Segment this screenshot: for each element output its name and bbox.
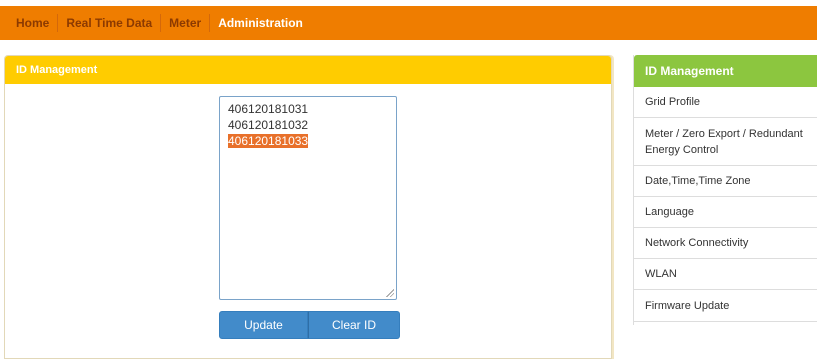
- sidebar-item-date-time[interactable]: Date,Time,Time Zone: [634, 166, 817, 197]
- id-textarea[interactable]: 406120181031 406120181032 406120181033: [219, 96, 397, 300]
- main-nav: Home Real Time Data Meter Administration: [8, 6, 311, 40]
- nav-administration[interactable]: Administration: [210, 14, 311, 32]
- sidebar-item-network[interactable]: Network Connectivity: [634, 228, 817, 259]
- sidebar-item-grid-profile[interactable]: Grid Profile: [634, 87, 817, 118]
- resize-grip-icon[interactable]: [386, 289, 394, 297]
- top-nav-bar: Home Real Time Data Meter Administration: [0, 6, 817, 40]
- clear-id-button[interactable]: Clear ID: [308, 311, 400, 339]
- sidebar-item-language[interactable]: Language: [634, 197, 817, 228]
- nav-meter[interactable]: Meter: [161, 14, 211, 32]
- nav-home[interactable]: Home: [8, 14, 59, 32]
- id-management-panel: ID Management 406120181031 406120181032 …: [4, 55, 612, 359]
- sidebar-item-wlan[interactable]: WLAN: [634, 259, 817, 290]
- id-line: 406120181031: [228, 102, 309, 116]
- update-button[interactable]: Update: [219, 311, 308, 339]
- sidebar-item-firmware[interactable]: Firmware Update: [634, 290, 817, 322]
- sidebar-item-meter[interactable]: Meter / Zero Export / Redundant Energy C…: [634, 118, 817, 166]
- admin-sidebar: ID Management Grid Profile Meter / Zero …: [633, 55, 817, 325]
- panel-title: ID Management: [5, 56, 611, 84]
- sidebar-title[interactable]: ID Management: [634, 55, 817, 87]
- id-line: 406120181032: [228, 118, 309, 132]
- nav-real-time-data[interactable]: Real Time Data: [58, 14, 162, 32]
- id-line-selected: 406120181033: [228, 134, 309, 148]
- action-buttons: Update Clear ID: [219, 311, 400, 339]
